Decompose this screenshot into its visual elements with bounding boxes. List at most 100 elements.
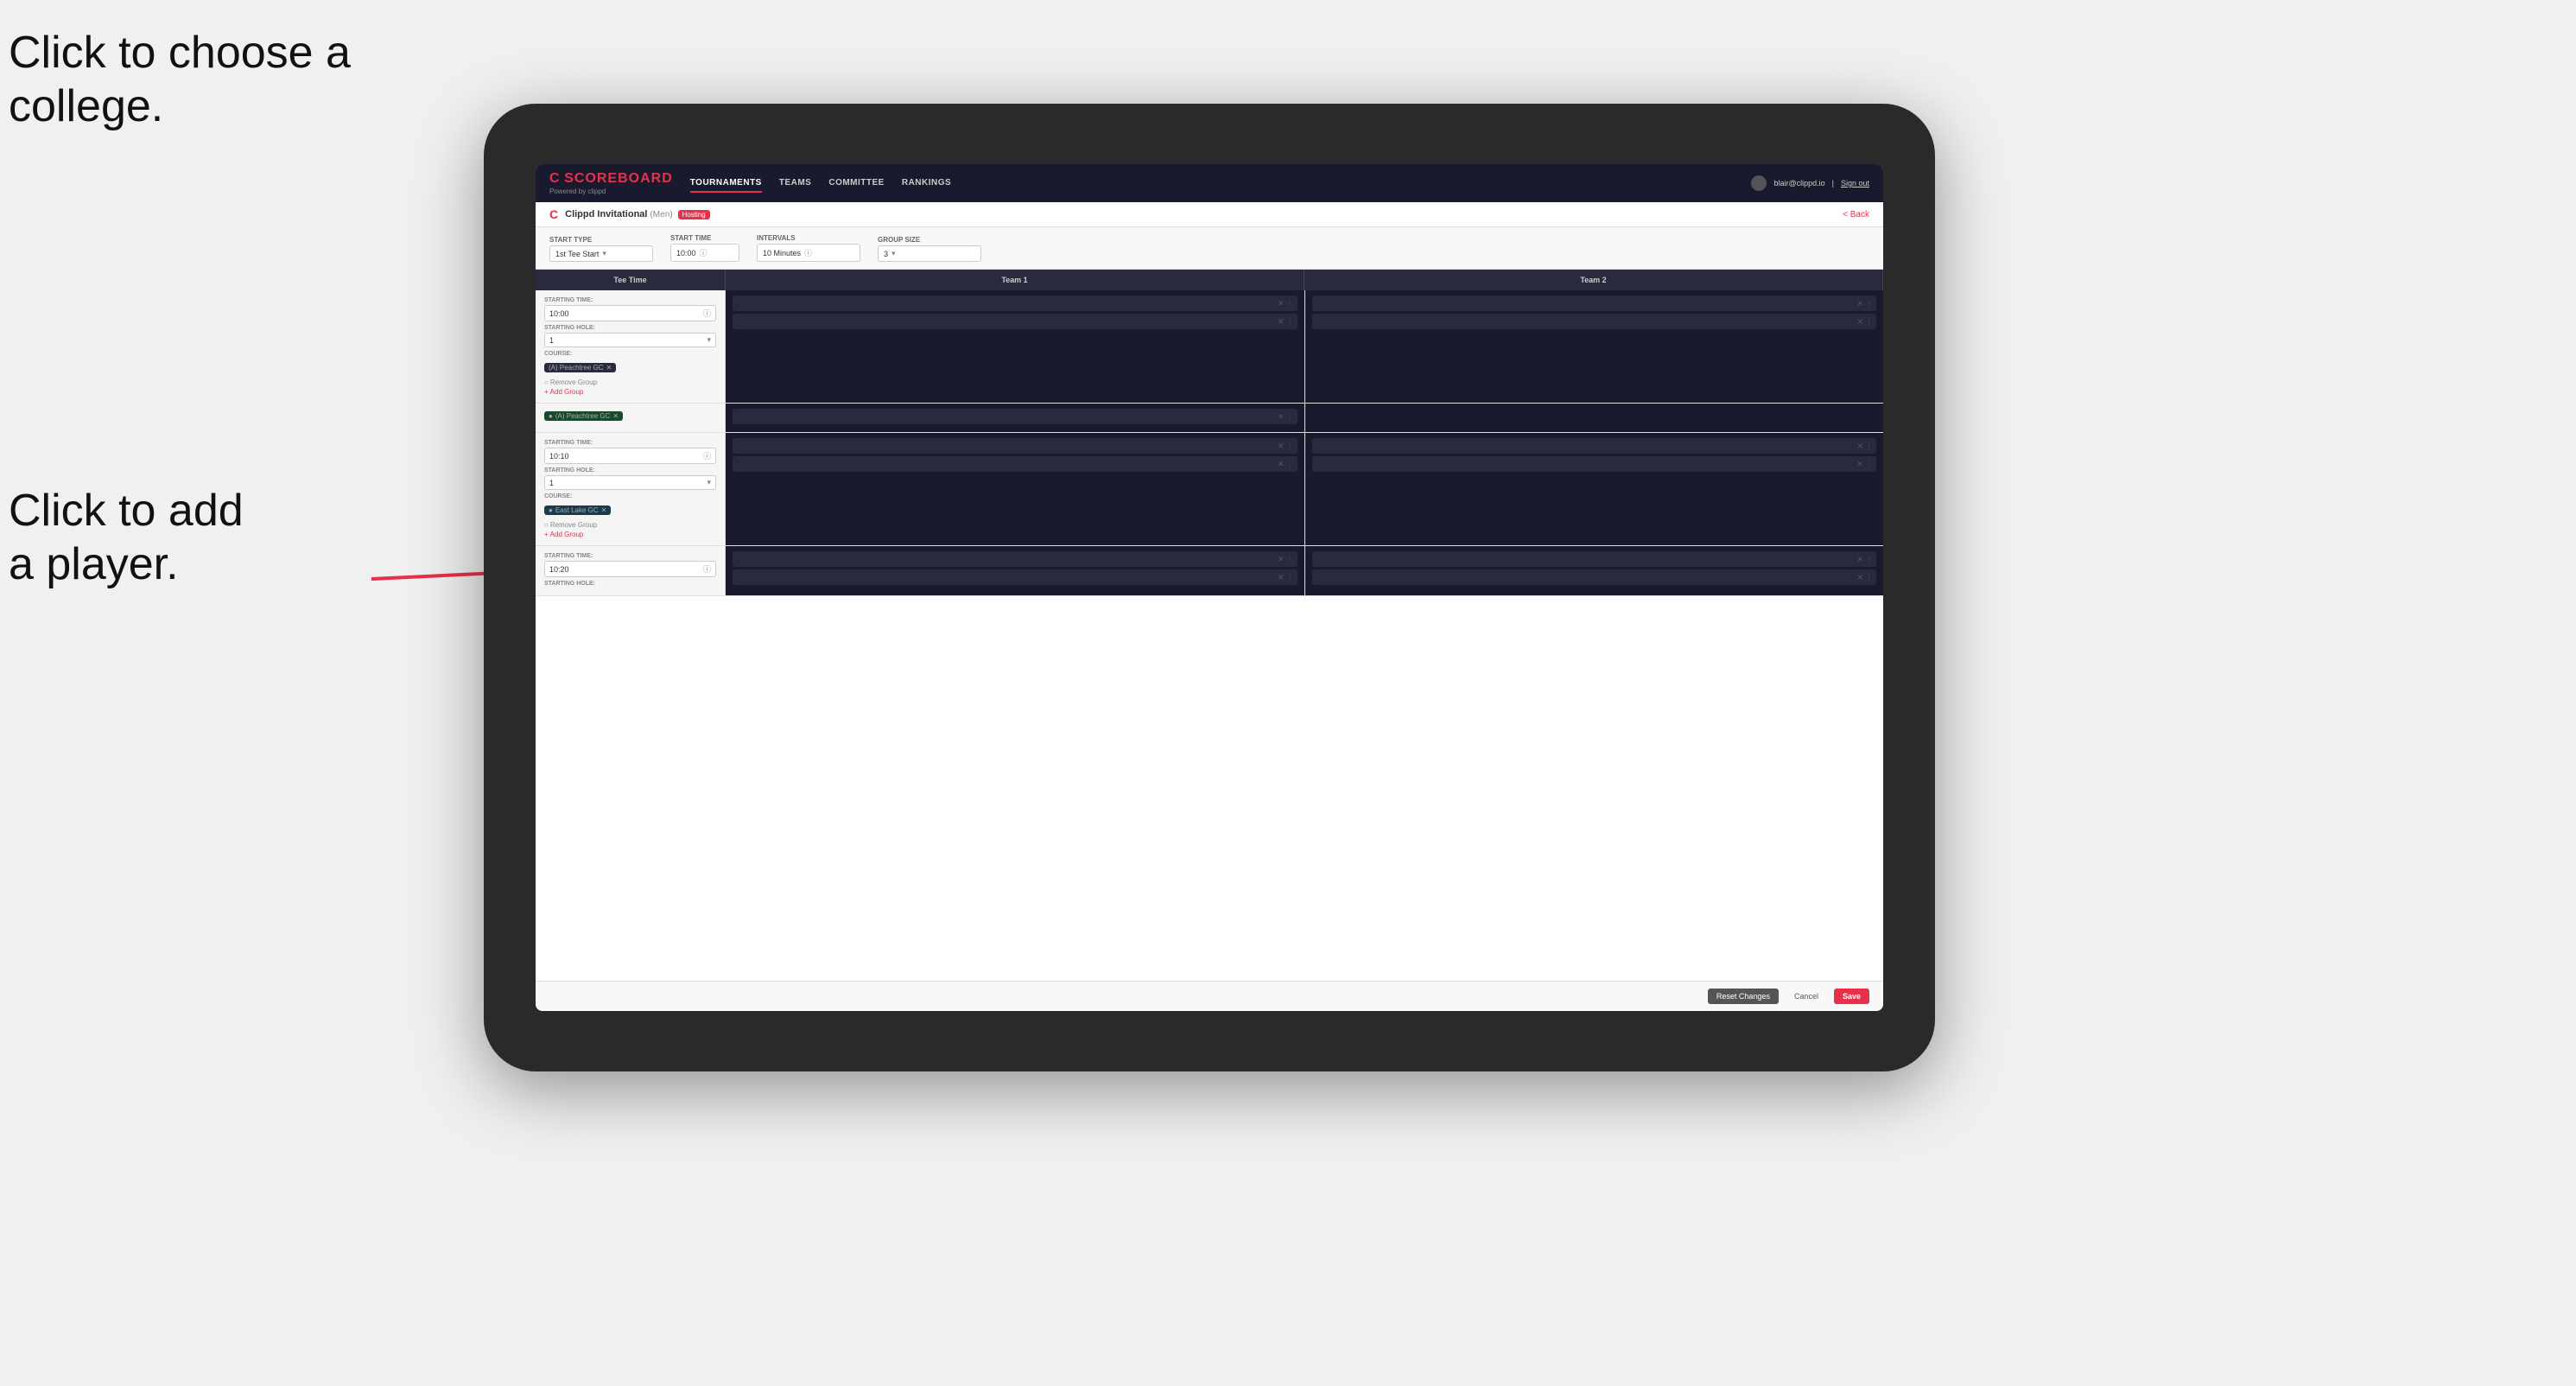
- group-3-controls: STARTING TIME: 10:20 ⓘ STARTING HOLE:: [536, 546, 726, 595]
- group-size-select[interactable]: 3 ▾: [878, 245, 981, 262]
- tab-teams[interactable]: TEAMS: [779, 175, 812, 193]
- player-slot[interactable]: ✕ ⋮: [733, 438, 1298, 454]
- starting-time-input-2[interactable]: 10:10 ⓘ: [544, 448, 716, 464]
- sign-out-link[interactable]: Sign out: [1841, 179, 1869, 188]
- player-slot[interactable]: ✕ ⋮: [1312, 551, 1877, 567]
- starting-time-input-1[interactable]: 10:00 ⓘ: [544, 305, 716, 321]
- tournament-name: Clippd Invitational: [565, 209, 647, 219]
- clippd-logo: C: [549, 207, 558, 221]
- expand-icon: ⋮: [1865, 460, 1873, 469]
- start-type-select[interactable]: 1st Tee Start ▾: [549, 245, 653, 262]
- starting-hole-input-2[interactable]: 1 ▾: [544, 475, 716, 490]
- table-row: STARTING TIME: 10:20 ⓘ STARTING HOLE:: [536, 546, 1883, 596]
- close-icon[interactable]: ✕: [612, 412, 619, 420]
- starting-hole-label-1: STARTING HOLE:: [544, 325, 716, 331]
- start-type-group: Start Type 1st Tee Start ▾: [549, 236, 653, 262]
- avatar: [1751, 175, 1767, 191]
- player-slot[interactable]: ✕ ⋮: [733, 314, 1298, 329]
- starting-time-label-3: STARTING TIME:: [544, 553, 716, 559]
- info-icon-5: ⓘ: [703, 563, 711, 575]
- starting-time-label-1: STARTING TIME:: [544, 297, 716, 303]
- x-icon: ✕: [1278, 555, 1285, 564]
- tab-committee[interactable]: COMMITTEE: [828, 175, 885, 193]
- intervals-select[interactable]: 10 Minutes ⓘ: [757, 244, 860, 262]
- intervals-group: Intervals 10 Minutes ⓘ: [757, 234, 860, 262]
- chevron-down-icon-2: ▾: [891, 249, 896, 258]
- start-time-label: Start Time: [670, 234, 739, 242]
- chevron-icon-2: ▾: [707, 478, 711, 487]
- chevron-icon: ▾: [707, 335, 711, 345]
- player-slot[interactable]: ✕ ⋮: [733, 569, 1298, 585]
- tab-tournaments[interactable]: TOURNAMENTS: [690, 175, 762, 193]
- table-row: ● (A) Peachtree GC ✕ ✕: [536, 404, 1883, 433]
- info-icon-2: ⓘ: [804, 247, 812, 258]
- player-slot[interactable]: ✕ ⋮: [1312, 438, 1877, 454]
- player-slot[interactable]: ✕ ⋮: [733, 456, 1298, 472]
- intervals-label: Intervals: [757, 234, 860, 242]
- team1-column-1: ✕ ⋮ ✕ ⋮: [726, 290, 1305, 403]
- x-icon: ✕: [1278, 317, 1285, 327]
- table-header: Tee Time Team 1 Team 2: [536, 270, 1883, 290]
- add-group-button-1[interactable]: + Add Group: [544, 388, 716, 396]
- group-2-controls: STARTING TIME: 10:10 ⓘ STARTING HOLE: 1 …: [536, 433, 726, 545]
- table-row: STARTING TIME: 10:10 ⓘ STARTING HOLE: 1 …: [536, 433, 1883, 546]
- sub-header: C Clippd Invitational (Men) Hosting < Ba…: [536, 202, 1883, 227]
- header-right: blair@clippd.io | Sign out: [1751, 175, 1869, 191]
- player-slot[interactable]: ✕ ⋮: [733, 296, 1298, 311]
- start-time-input[interactable]: 10:00 ⓘ: [670, 244, 739, 262]
- expand-icon: ⋮: [1286, 555, 1294, 564]
- team2-column-1: ✕ ⋮ ✕ ⋮: [1305, 290, 1884, 403]
- add-group-button-2[interactable]: + Add Group: [544, 531, 716, 538]
- pipe: |: [1832, 179, 1834, 188]
- th-team2: Team 2: [1304, 270, 1883, 290]
- tab-rankings[interactable]: RANKINGS: [902, 175, 951, 193]
- x-icon: ✕: [1278, 299, 1285, 308]
- course-tag-2[interactable]: ● East Lake GC ✕: [544, 505, 611, 515]
- cancel-button[interactable]: Cancel: [1786, 989, 1827, 1004]
- x-icon: ✕: [1856, 555, 1863, 564]
- player-slot[interactable]: ✕ ⋮: [1312, 296, 1877, 311]
- back-button[interactable]: < Back: [1843, 210, 1869, 219]
- course-tag-1[interactable]: (A) Peachtree GC ✕: [544, 363, 616, 372]
- info-icon-3: ⓘ: [703, 308, 711, 319]
- table-row: STARTING TIME: 10:00 ⓘ STARTING HOLE: 1 …: [536, 290, 1883, 404]
- course-label-2: COURSE:: [544, 493, 716, 499]
- group-size-group: Group Size 3 ▾: [878, 236, 981, 262]
- expand-icon: ⋮: [1286, 317, 1294, 327]
- expand-icon: ⋮: [1865, 573, 1873, 582]
- starting-time-label-2: STARTING TIME:: [544, 440, 716, 446]
- nav-tabs: TOURNAMENTS TEAMS COMMITTEE RANKINGS: [690, 175, 951, 193]
- table-wrapper: Tee Time Team 1 Team 2 STARTING TIME: 10…: [536, 270, 1883, 981]
- plus-icon-2: +: [544, 531, 549, 538]
- dot-icon: ●: [549, 412, 553, 420]
- close-icon[interactable]: ✕: [606, 364, 612, 372]
- expand-icon: ⋮: [1865, 442, 1873, 451]
- annotation-add-player: Click to adda player.: [9, 484, 244, 592]
- player-slot[interactable]: ✕ ⋮: [733, 409, 1298, 424]
- expand-icon: ⋮: [1865, 299, 1873, 308]
- info-icon: ⓘ: [700, 247, 707, 258]
- start-type-label: Start Type: [549, 236, 653, 244]
- player-slot[interactable]: ✕ ⋮: [1312, 569, 1877, 585]
- remove-group-button-2[interactable]: ○ Remove Group: [544, 521, 716, 529]
- player-slot[interactable]: ✕ ⋮: [1312, 314, 1877, 329]
- group-size-label: Group Size: [878, 236, 981, 244]
- starting-hole-input-1[interactable]: 1 ▾: [544, 333, 716, 347]
- chevron-down-icon: ▾: [602, 249, 606, 258]
- teams-area-1b: ✕ ⋮: [726, 404, 1883, 432]
- close-icon-2[interactable]: ✕: [601, 506, 607, 514]
- teams-area-1: ✕ ⋮ ✕ ⋮: [726, 290, 1883, 403]
- expand-icon: ⋮: [1286, 299, 1294, 308]
- save-button[interactable]: Save: [1834, 989, 1869, 1004]
- plus-icon: +: [544, 388, 549, 396]
- player-slot[interactable]: ✕ ⋮: [1312, 456, 1877, 472]
- reset-button[interactable]: Reset Changes: [1708, 989, 1779, 1004]
- starting-time-input-3[interactable]: 10:20 ⓘ: [544, 561, 716, 577]
- player-slot[interactable]: ✕ ⋮: [733, 551, 1298, 567]
- x-icon: ✕: [1856, 299, 1863, 308]
- remove-group-button-1[interactable]: ○ Remove Group: [544, 378, 716, 386]
- rows-container: STARTING TIME: 10:00 ⓘ STARTING HOLE: 1 …: [536, 290, 1883, 981]
- course-tag-1b[interactable]: ● (A) Peachtree GC ✕: [544, 411, 623, 421]
- team1-column-2: ✕ ⋮ ✕ ⋮: [726, 433, 1305, 545]
- x-icon: ✕: [1278, 460, 1285, 469]
